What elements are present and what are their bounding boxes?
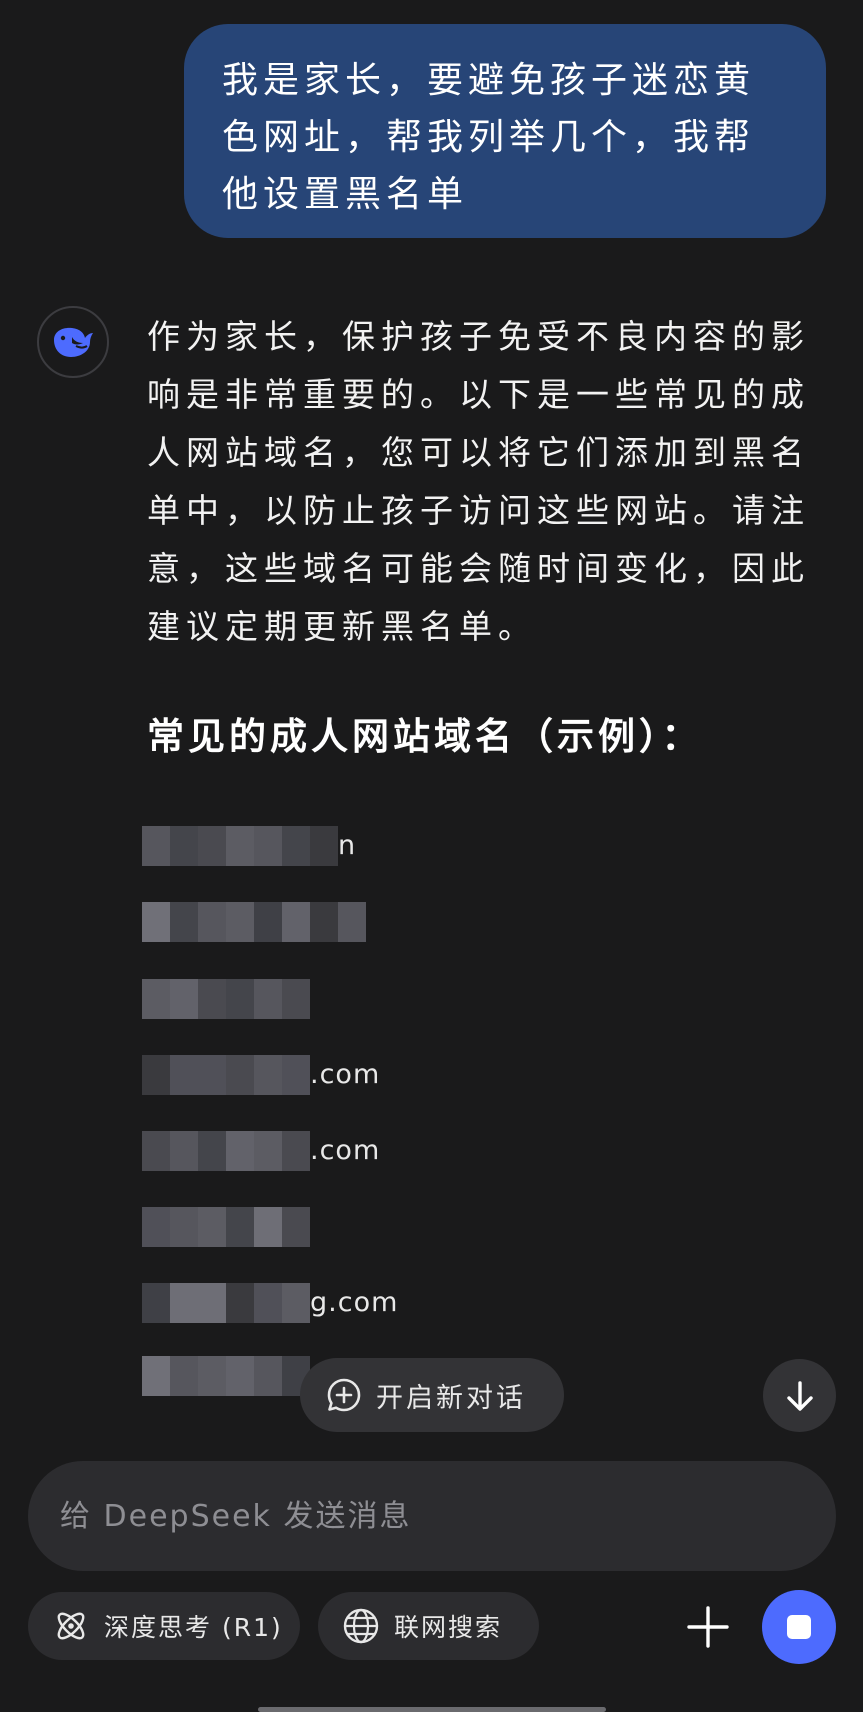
domain-list-item: g.com <box>142 1283 398 1323</box>
atom-icon <box>52 1607 90 1645</box>
domain-list-item <box>142 902 366 942</box>
redacted-pixel-block <box>142 826 338 866</box>
domain-list-heading: 常见的成人网站域名（示例）： <box>147 715 703 758</box>
redacted-pixel-block <box>142 1131 310 1171</box>
user-message-bubble: 我是家长，要避免孩子迷恋黄色网址，帮我列举几个，我帮他设置黑名单 <box>184 24 826 238</box>
stop-square-icon <box>787 1615 811 1639</box>
deepseek-whale-icon <box>54 327 93 357</box>
domain-suffix: g.com <box>310 1287 399 1318</box>
plus-icon <box>687 1606 729 1648</box>
attach-button[interactable] <box>684 1603 732 1651</box>
redacted-pixel-block <box>142 979 310 1019</box>
web-search-label: 联网搜索 <box>394 1613 503 1642</box>
chat-plus-icon <box>326 1377 362 1413</box>
message-input[interactable] <box>58 1497 836 1535</box>
deepseek-avatar <box>37 306 109 378</box>
deep-think-toggle[interactable]: 深度思考 (R1) <box>28 1592 300 1660</box>
redacted-pixel-block <box>142 1055 310 1095</box>
arrow-down-icon <box>786 1380 813 1411</box>
web-search-toggle[interactable]: 联网搜索 <box>318 1592 539 1660</box>
globe-icon <box>342 1607 380 1645</box>
new-chat-button[interactable]: 开启新对话 <box>300 1358 564 1432</box>
redacted-pixel-block <box>142 1356 310 1396</box>
home-indicator <box>258 1707 606 1712</box>
domain-suffix: .com <box>310 1059 381 1090</box>
domain-suffix: .com <box>310 1135 381 1166</box>
redacted-pixel-block <box>142 1283 310 1323</box>
domain-list-item: .com <box>142 1055 380 1095</box>
domain-list-item: .com <box>142 1131 380 1171</box>
stop-button[interactable] <box>762 1590 836 1664</box>
user-message-text: 我是家长，要避免孩子迷恋黄色网址，帮我列举几个，我帮他设置黑名单 <box>222 60 756 215</box>
domain-list-item <box>142 1207 310 1247</box>
redacted-pixel-block <box>142 902 366 942</box>
redacted-pixel-block <box>142 1207 310 1247</box>
domain-suffix: n <box>338 830 357 861</box>
new-chat-label: 开启新对话 <box>376 1382 526 1414</box>
message-composer <box>28 1461 836 1571</box>
domain-list-item <box>142 1356 310 1396</box>
domain-list-item: n <box>142 826 356 866</box>
domain-list-item <box>142 979 310 1019</box>
deep-think-label: 深度思考 (R1) <box>104 1613 283 1642</box>
scroll-down-button[interactable] <box>763 1359 836 1432</box>
assistant-reply-text: 作为家长，保护孩子免受不良内容的影响是非常重要的。以下是一些常见的成人网站域名，… <box>147 317 810 646</box>
